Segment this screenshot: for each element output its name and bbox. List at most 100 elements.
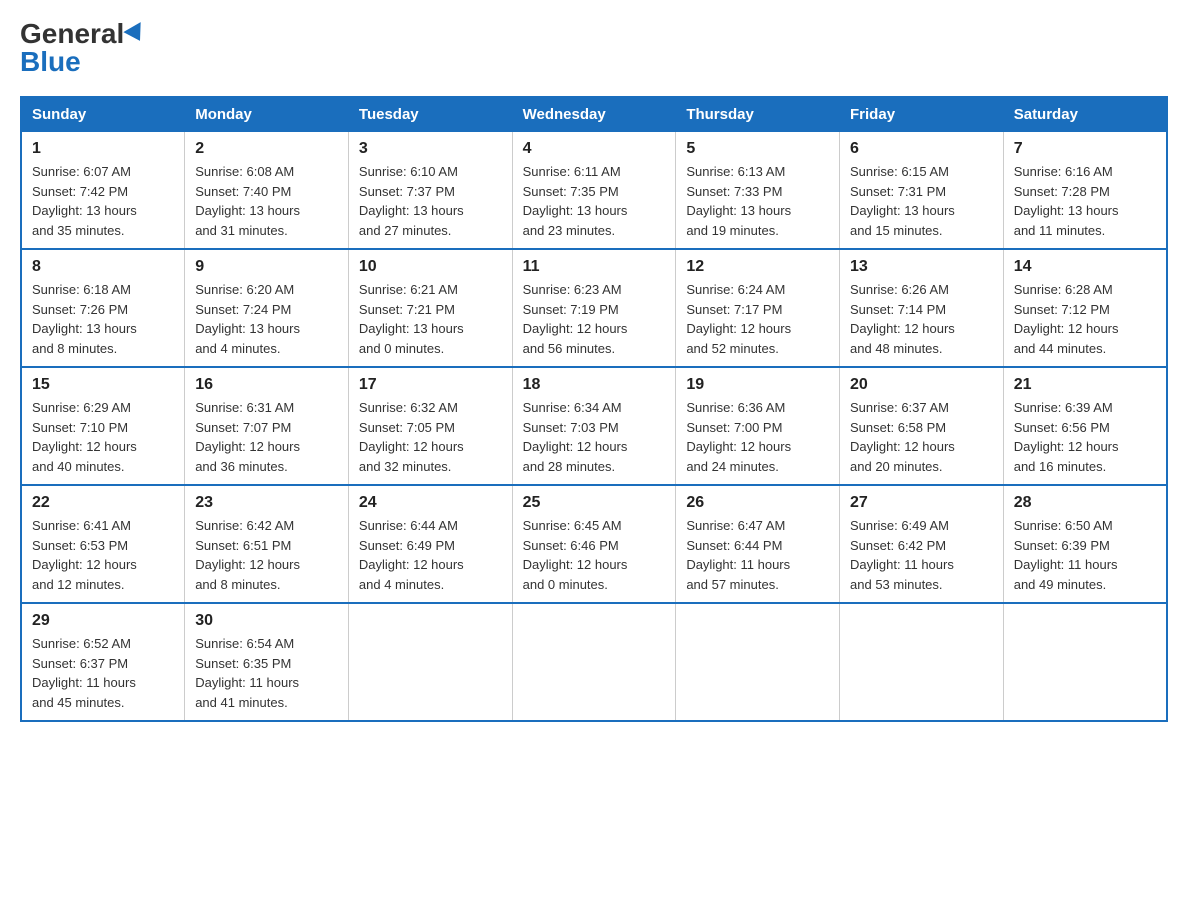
calendar-day-cell: 16 Sunrise: 6:31 AMSunset: 7:07 PMDaylig… bbox=[185, 367, 349, 485]
calendar-day-cell: 9 Sunrise: 6:20 AMSunset: 7:24 PMDayligh… bbox=[185, 249, 349, 367]
day-info: Sunrise: 6:26 AMSunset: 7:14 PMDaylight:… bbox=[850, 280, 993, 358]
logo-general-text: General bbox=[20, 20, 124, 48]
calendar-header-row: SundayMondayTuesdayWednesdayThursdayFrid… bbox=[21, 97, 1167, 132]
day-number: 13 bbox=[850, 258, 993, 276]
calendar-day-cell: 10 Sunrise: 6:21 AMSunset: 7:21 PMDaylig… bbox=[348, 249, 512, 367]
day-number: 10 bbox=[359, 258, 502, 276]
calendar-day-cell: 5 Sunrise: 6:13 AMSunset: 7:33 PMDayligh… bbox=[676, 132, 840, 250]
day-info: Sunrise: 6:52 AMSunset: 6:37 PMDaylight:… bbox=[32, 634, 174, 712]
day-info: Sunrise: 6:18 AMSunset: 7:26 PMDaylight:… bbox=[32, 280, 174, 358]
calendar-day-cell: 11 Sunrise: 6:23 AMSunset: 7:19 PMDaylig… bbox=[512, 249, 676, 367]
logo: General Blue bbox=[20, 20, 146, 76]
calendar-day-cell: 1 Sunrise: 6:07 AMSunset: 7:42 PMDayligh… bbox=[21, 132, 185, 250]
day-info: Sunrise: 6:34 AMSunset: 7:03 PMDaylight:… bbox=[523, 398, 666, 476]
day-info: Sunrise: 6:13 AMSunset: 7:33 PMDaylight:… bbox=[686, 162, 829, 240]
day-number: 2 bbox=[195, 140, 338, 158]
calendar-day-cell: 30 Sunrise: 6:54 AMSunset: 6:35 PMDaylig… bbox=[185, 603, 349, 721]
page-header: General Blue bbox=[20, 20, 1168, 76]
column-header-saturday: Saturday bbox=[1003, 97, 1167, 132]
day-number: 30 bbox=[195, 612, 338, 630]
column-header-friday: Friday bbox=[840, 97, 1004, 132]
calendar-week-row: 22 Sunrise: 6:41 AMSunset: 6:53 PMDaylig… bbox=[21, 485, 1167, 603]
calendar-day-cell: 13 Sunrise: 6:26 AMSunset: 7:14 PMDaylig… bbox=[840, 249, 1004, 367]
calendar-day-cell: 29 Sunrise: 6:52 AMSunset: 6:37 PMDaylig… bbox=[21, 603, 185, 721]
day-number: 8 bbox=[32, 258, 174, 276]
calendar-day-cell bbox=[676, 603, 840, 721]
calendar-day-cell: 22 Sunrise: 6:41 AMSunset: 6:53 PMDaylig… bbox=[21, 485, 185, 603]
day-number: 21 bbox=[1014, 376, 1156, 394]
day-info: Sunrise: 6:44 AMSunset: 6:49 PMDaylight:… bbox=[359, 516, 502, 594]
day-number: 14 bbox=[1014, 258, 1156, 276]
day-number: 3 bbox=[359, 140, 502, 158]
day-number: 5 bbox=[686, 140, 829, 158]
calendar-day-cell: 20 Sunrise: 6:37 AMSunset: 6:58 PMDaylig… bbox=[840, 367, 1004, 485]
day-info: Sunrise: 6:42 AMSunset: 6:51 PMDaylight:… bbox=[195, 516, 338, 594]
calendar-day-cell bbox=[512, 603, 676, 721]
day-number: 28 bbox=[1014, 494, 1156, 512]
day-info: Sunrise: 6:28 AMSunset: 7:12 PMDaylight:… bbox=[1014, 280, 1156, 358]
day-info: Sunrise: 6:21 AMSunset: 7:21 PMDaylight:… bbox=[359, 280, 502, 358]
column-header-monday: Monday bbox=[185, 97, 349, 132]
day-number: 6 bbox=[850, 140, 993, 158]
logo-triangle-icon bbox=[124, 22, 149, 46]
day-number: 19 bbox=[686, 376, 829, 394]
day-number: 26 bbox=[686, 494, 829, 512]
day-info: Sunrise: 6:32 AMSunset: 7:05 PMDaylight:… bbox=[359, 398, 502, 476]
calendar-week-row: 1 Sunrise: 6:07 AMSunset: 7:42 PMDayligh… bbox=[21, 132, 1167, 250]
day-info: Sunrise: 6:29 AMSunset: 7:10 PMDaylight:… bbox=[32, 398, 174, 476]
day-number: 11 bbox=[523, 258, 666, 276]
day-info: Sunrise: 6:36 AMSunset: 7:00 PMDaylight:… bbox=[686, 398, 829, 476]
day-info: Sunrise: 6:49 AMSunset: 6:42 PMDaylight:… bbox=[850, 516, 993, 594]
day-number: 29 bbox=[32, 612, 174, 630]
calendar-day-cell bbox=[1003, 603, 1167, 721]
day-number: 7 bbox=[1014, 140, 1156, 158]
calendar-day-cell: 6 Sunrise: 6:15 AMSunset: 7:31 PMDayligh… bbox=[840, 132, 1004, 250]
day-info: Sunrise: 6:50 AMSunset: 6:39 PMDaylight:… bbox=[1014, 516, 1156, 594]
calendar-day-cell bbox=[348, 603, 512, 721]
day-number: 27 bbox=[850, 494, 993, 512]
calendar-day-cell: 3 Sunrise: 6:10 AMSunset: 7:37 PMDayligh… bbox=[348, 132, 512, 250]
day-number: 16 bbox=[195, 376, 338, 394]
day-info: Sunrise: 6:23 AMSunset: 7:19 PMDaylight:… bbox=[523, 280, 666, 358]
day-number: 15 bbox=[32, 376, 174, 394]
day-number: 22 bbox=[32, 494, 174, 512]
calendar-day-cell bbox=[840, 603, 1004, 721]
calendar-day-cell: 27 Sunrise: 6:49 AMSunset: 6:42 PMDaylig… bbox=[840, 485, 1004, 603]
day-number: 23 bbox=[195, 494, 338, 512]
calendar-table: SundayMondayTuesdayWednesdayThursdayFrid… bbox=[20, 96, 1168, 722]
calendar-day-cell: 26 Sunrise: 6:47 AMSunset: 6:44 PMDaylig… bbox=[676, 485, 840, 603]
day-info: Sunrise: 6:31 AMSunset: 7:07 PMDaylight:… bbox=[195, 398, 338, 476]
calendar-day-cell: 18 Sunrise: 6:34 AMSunset: 7:03 PMDaylig… bbox=[512, 367, 676, 485]
day-info: Sunrise: 6:37 AMSunset: 6:58 PMDaylight:… bbox=[850, 398, 993, 476]
column-header-thursday: Thursday bbox=[676, 97, 840, 132]
calendar-week-row: 8 Sunrise: 6:18 AMSunset: 7:26 PMDayligh… bbox=[21, 249, 1167, 367]
calendar-day-cell: 24 Sunrise: 6:44 AMSunset: 6:49 PMDaylig… bbox=[348, 485, 512, 603]
calendar-day-cell: 15 Sunrise: 6:29 AMSunset: 7:10 PMDaylig… bbox=[21, 367, 185, 485]
day-info: Sunrise: 6:24 AMSunset: 7:17 PMDaylight:… bbox=[686, 280, 829, 358]
calendar-day-cell: 21 Sunrise: 6:39 AMSunset: 6:56 PMDaylig… bbox=[1003, 367, 1167, 485]
day-info: Sunrise: 6:15 AMSunset: 7:31 PMDaylight:… bbox=[850, 162, 993, 240]
day-info: Sunrise: 6:11 AMSunset: 7:35 PMDaylight:… bbox=[523, 162, 666, 240]
day-info: Sunrise: 6:20 AMSunset: 7:24 PMDaylight:… bbox=[195, 280, 338, 358]
calendar-day-cell: 25 Sunrise: 6:45 AMSunset: 6:46 PMDaylig… bbox=[512, 485, 676, 603]
calendar-day-cell: 12 Sunrise: 6:24 AMSunset: 7:17 PMDaylig… bbox=[676, 249, 840, 367]
calendar-day-cell: 7 Sunrise: 6:16 AMSunset: 7:28 PMDayligh… bbox=[1003, 132, 1167, 250]
column-header-tuesday: Tuesday bbox=[348, 97, 512, 132]
day-number: 9 bbox=[195, 258, 338, 276]
calendar-day-cell: 17 Sunrise: 6:32 AMSunset: 7:05 PMDaylig… bbox=[348, 367, 512, 485]
day-info: Sunrise: 6:39 AMSunset: 6:56 PMDaylight:… bbox=[1014, 398, 1156, 476]
calendar-day-cell: 23 Sunrise: 6:42 AMSunset: 6:51 PMDaylig… bbox=[185, 485, 349, 603]
calendar-day-cell: 19 Sunrise: 6:36 AMSunset: 7:00 PMDaylig… bbox=[676, 367, 840, 485]
calendar-week-row: 15 Sunrise: 6:29 AMSunset: 7:10 PMDaylig… bbox=[21, 367, 1167, 485]
day-number: 12 bbox=[686, 258, 829, 276]
day-number: 17 bbox=[359, 376, 502, 394]
day-info: Sunrise: 6:41 AMSunset: 6:53 PMDaylight:… bbox=[32, 516, 174, 594]
day-info: Sunrise: 6:08 AMSunset: 7:40 PMDaylight:… bbox=[195, 162, 338, 240]
day-number: 18 bbox=[523, 376, 666, 394]
day-number: 1 bbox=[32, 140, 174, 158]
day-number: 20 bbox=[850, 376, 993, 394]
day-info: Sunrise: 6:10 AMSunset: 7:37 PMDaylight:… bbox=[359, 162, 502, 240]
calendar-day-cell: 8 Sunrise: 6:18 AMSunset: 7:26 PMDayligh… bbox=[21, 249, 185, 367]
day-info: Sunrise: 6:07 AMSunset: 7:42 PMDaylight:… bbox=[32, 162, 174, 240]
day-info: Sunrise: 6:47 AMSunset: 6:44 PMDaylight:… bbox=[686, 516, 829, 594]
